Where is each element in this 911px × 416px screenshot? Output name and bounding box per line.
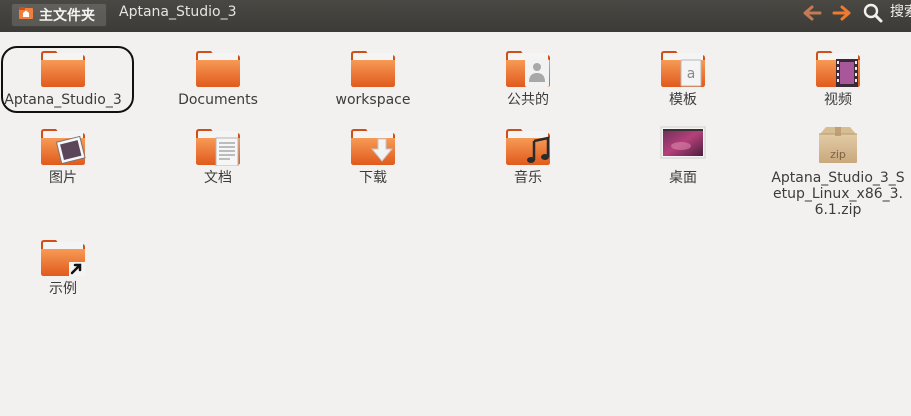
- desktop-icon: [618, 126, 748, 172]
- folder-templates-icon: a: [618, 48, 748, 94]
- toolbar: 主文件夹 Aptana_Studio_3 搜索: [0, 0, 911, 32]
- file-item-label: 示例: [49, 281, 77, 297]
- zip-badge-label: zip: [830, 148, 846, 161]
- file-item-label: 音乐: [514, 170, 542, 186]
- file-item-label: Documents: [178, 92, 258, 108]
- search-label[interactable]: 搜索: [890, 0, 911, 24]
- folder-music-icon: [463, 126, 593, 172]
- folder-pictures-icon: [0, 126, 128, 172]
- file-item-label: 文档: [204, 170, 232, 186]
- forward-button[interactable]: [830, 1, 854, 25]
- svg-text:a: a: [687, 66, 696, 82]
- zip-archive-icon: zip: [773, 126, 903, 172]
- folder-icon: [153, 48, 283, 94]
- folder-icon: [308, 48, 438, 94]
- breadcrumb-current[interactable]: Aptana_Studio_3: [119, 0, 236, 28]
- file-item-label: 视频: [824, 92, 852, 108]
- folder-link-icon: [0, 237, 128, 283]
- file-item-label: Aptana_Studio_3: [4, 92, 122, 108]
- file-item-label: Aptana_Studio_3_Setup_Linux_x86_3.6.1.zi…: [771, 170, 905, 218]
- magnifier-icon: [863, 3, 883, 23]
- breadcrumb-home-label: 主文件夹: [39, 8, 95, 24]
- arrow-left-icon: [803, 5, 822, 21]
- file-item-label: 图片: [49, 170, 77, 186]
- arrow-right-icon: [832, 5, 851, 21]
- file-item-label: 下载: [359, 170, 387, 186]
- file-item-label: 桌面: [669, 170, 697, 186]
- folder-videos-icon: [773, 48, 903, 94]
- back-button[interactable]: [800, 1, 824, 25]
- file-item-label: 公共的: [507, 92, 549, 108]
- file-item-label: 模板: [669, 92, 697, 108]
- home-folder-icon: [18, 5, 34, 25]
- search-button[interactable]: [862, 1, 884, 25]
- folder-documents-icon: [153, 126, 283, 172]
- file-item-label: workspace: [335, 92, 411, 108]
- folder-icon: [0, 48, 128, 94]
- breadcrumb-home-button[interactable]: 主文件夹: [11, 3, 107, 27]
- folder-downloads-icon: [308, 126, 438, 172]
- folder-public-icon: [463, 48, 593, 94]
